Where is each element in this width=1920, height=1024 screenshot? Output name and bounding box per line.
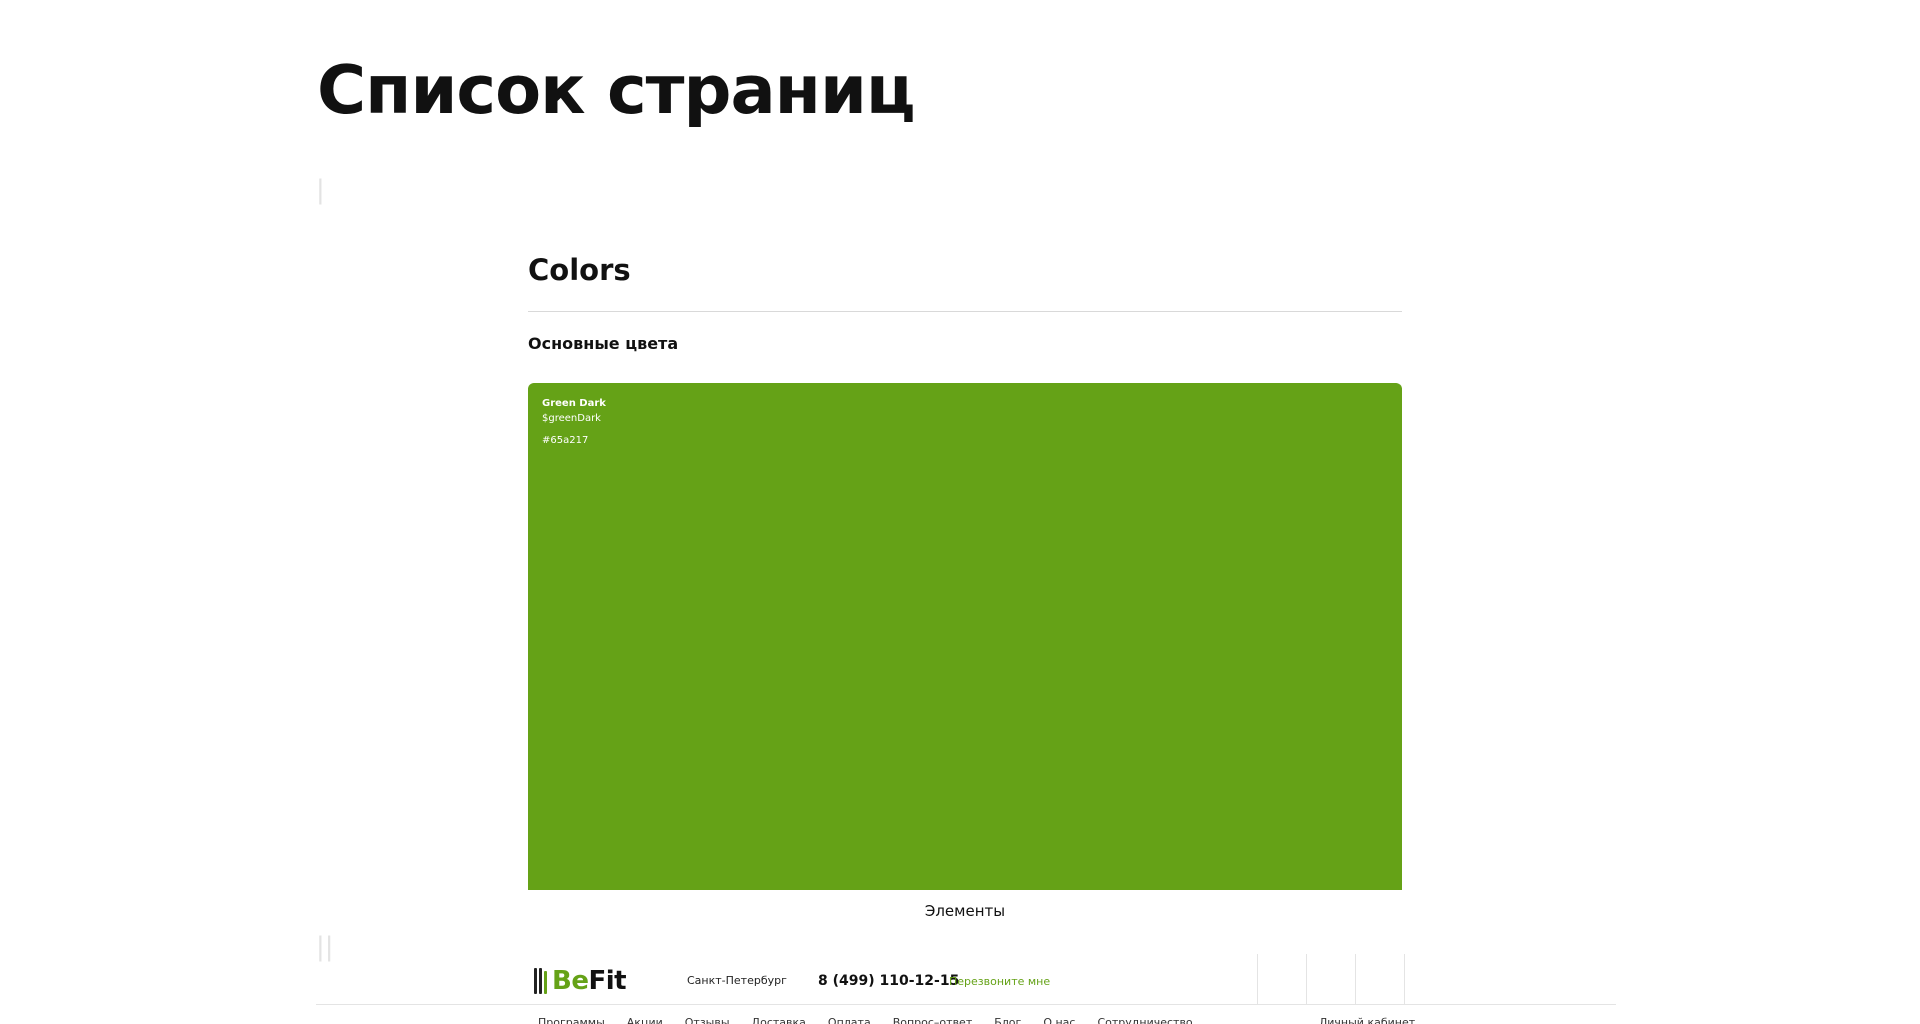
nav-item[interactable]: Доставка bbox=[752, 1016, 806, 1024]
account-link[interactable]: Личный кабинет bbox=[1319, 1016, 1415, 1024]
befit-logo[interactable]: BeFit bbox=[534, 966, 627, 996]
swatch-color-name: Green Dark bbox=[542, 398, 606, 409]
page-title: Список страниц bbox=[317, 51, 916, 129]
nav-item[interactable]: Программы bbox=[538, 1016, 605, 1024]
logo-text: BeFit bbox=[552, 966, 627, 996]
nav-item[interactable]: Акции bbox=[627, 1016, 663, 1024]
elements-label: Элементы bbox=[924, 902, 1006, 920]
nav-item[interactable]: Вопрос–ответ bbox=[893, 1016, 973, 1024]
nav-item[interactable]: О нас bbox=[1043, 1016, 1075, 1024]
logo-text-be: Be bbox=[552, 966, 589, 996]
header-icon-slot[interactable] bbox=[1355, 954, 1405, 1004]
color-swatch-green-dark: Green Dark $greenDark #65a217 bbox=[528, 383, 1402, 890]
main-nav: Программы Акции Отзывы Доставка Оплата В… bbox=[538, 1016, 1193, 1024]
nav-item[interactable]: Сотрудничество bbox=[1097, 1016, 1192, 1024]
faded-marker: | bbox=[316, 175, 325, 205]
header-icon-slot[interactable] bbox=[1257, 954, 1306, 1004]
phone-number[interactable]: 8 (499) 110-12-15 bbox=[818, 973, 959, 990]
nav-item[interactable]: Блог bbox=[994, 1016, 1021, 1024]
swatch-hex-value: #65a217 bbox=[542, 435, 589, 446]
nav-item[interactable]: Отзывы bbox=[685, 1016, 730, 1024]
header-divider bbox=[316, 1004, 1616, 1005]
cutlery-icon bbox=[534, 968, 548, 994]
nav-item[interactable]: Оплата bbox=[828, 1016, 871, 1024]
site-header-preview: BeFit Санкт-Петербург 8 (499) 110-12-15 … bbox=[316, 954, 1616, 1024]
logo-text-fit: Fit bbox=[588, 966, 627, 996]
header-icon-slot[interactable] bbox=[1306, 954, 1355, 1004]
callback-link[interactable]: Перезвоните мне bbox=[949, 975, 1050, 989]
swatch-variable-name: $greenDark bbox=[542, 413, 601, 424]
section-title-colors: Colors bbox=[528, 253, 631, 287]
subsection-title-main-colors: Основные цвета bbox=[528, 334, 679, 353]
city-selector[interactable]: Санкт-Петербург bbox=[687, 974, 787, 988]
section-divider bbox=[528, 311, 1402, 312]
